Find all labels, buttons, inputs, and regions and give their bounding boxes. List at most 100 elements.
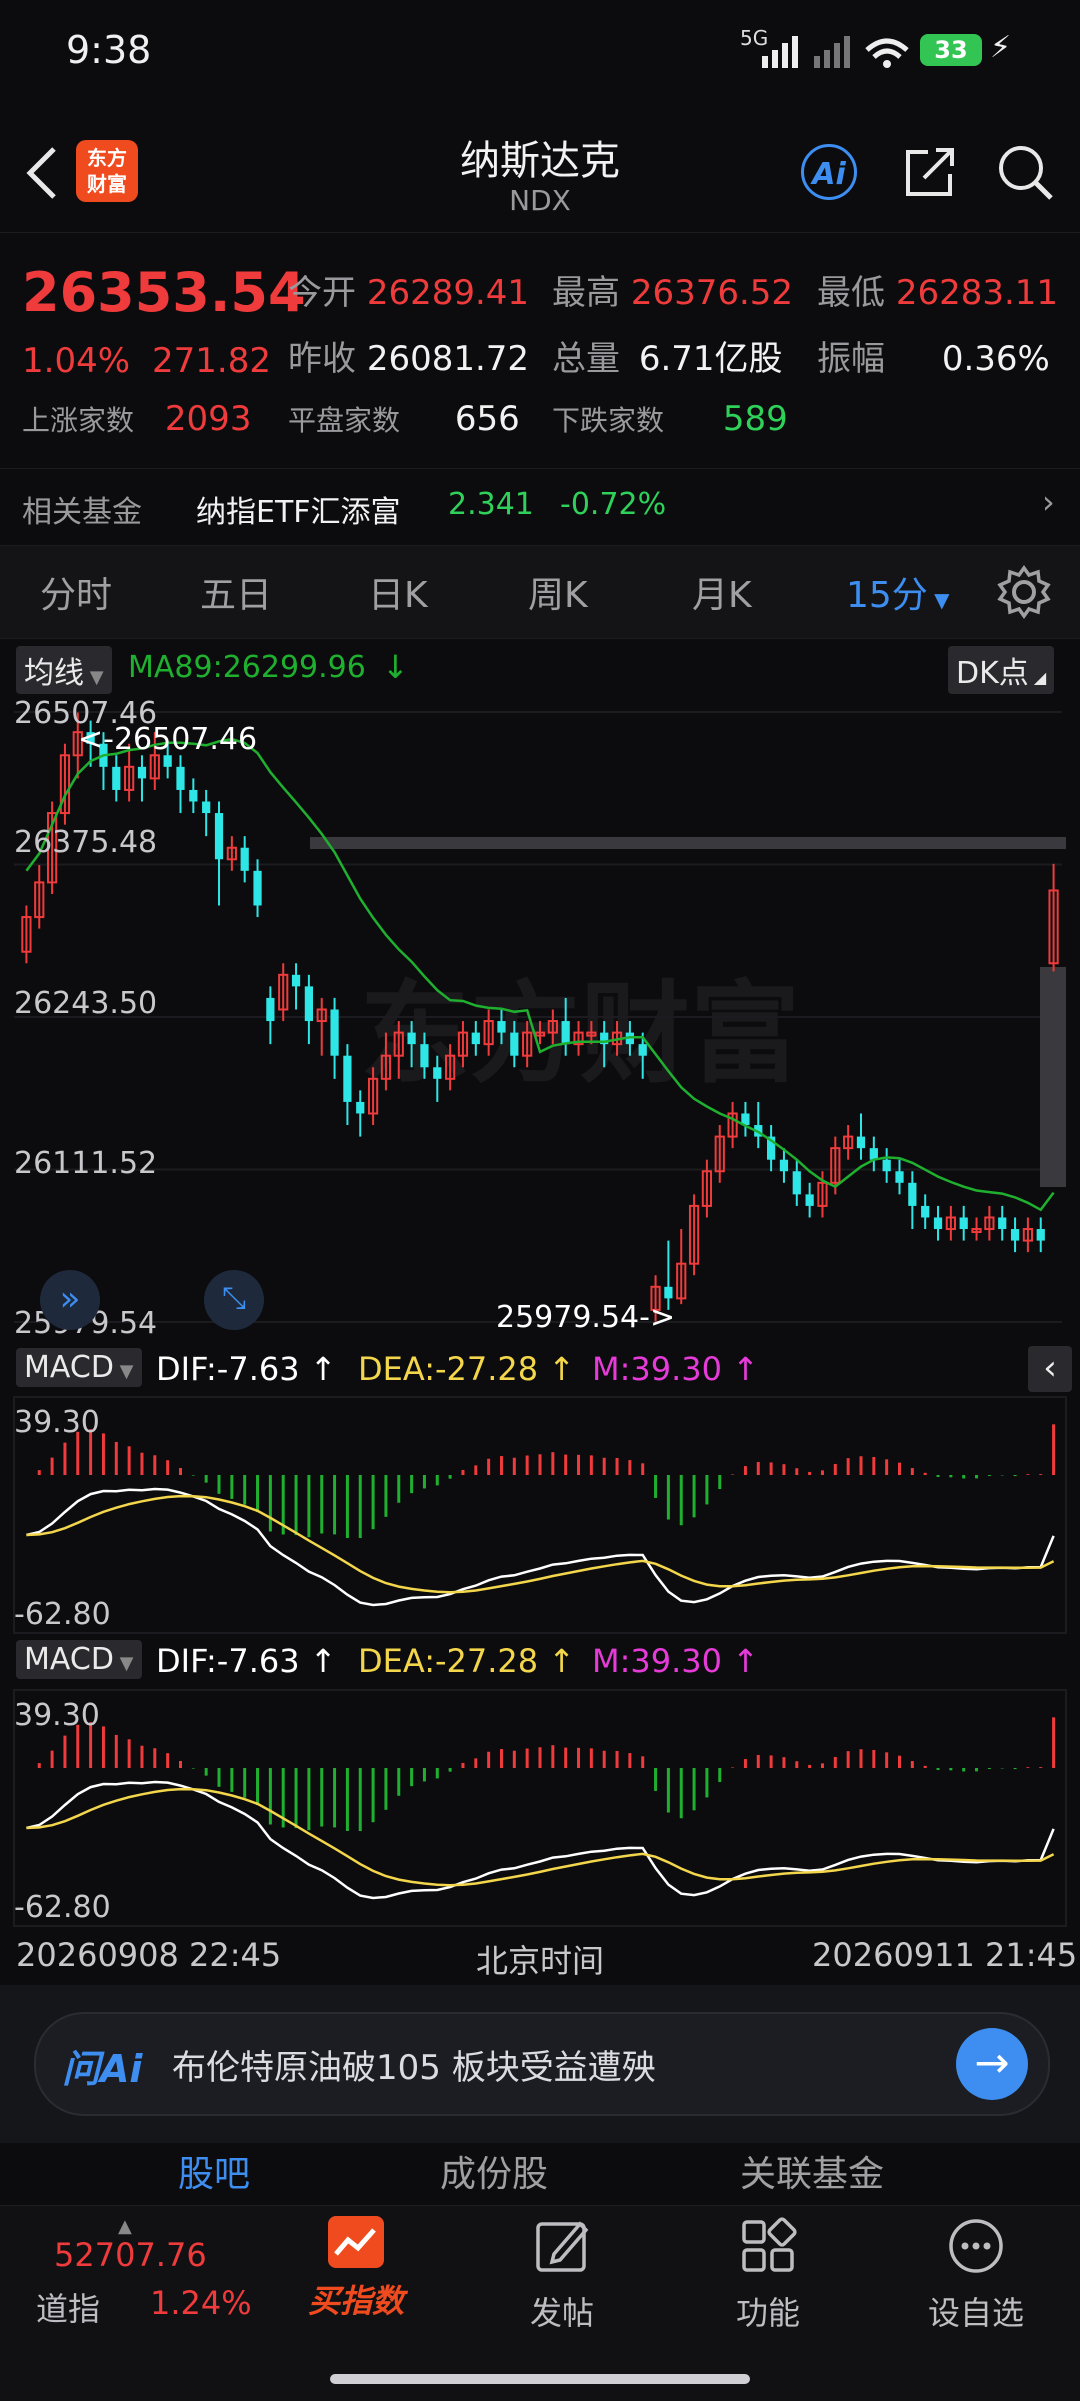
change-percent: 1.04% xyxy=(22,341,131,381)
macd-dif: DIF:-7.63 ↑ xyxy=(156,1350,337,1388)
candle-body xyxy=(510,1032,519,1056)
macd-frame xyxy=(13,1689,1067,1927)
candle-body xyxy=(304,986,313,1022)
stat-volume: 总量 6.71亿股 xyxy=(552,331,783,380)
candle-body xyxy=(407,1032,416,1045)
candle-body xyxy=(330,1009,339,1056)
breadth-advancers: 上涨家数 2093 xyxy=(22,399,251,439)
macd-selector-label: MACD xyxy=(24,1350,114,1385)
status-bar: 9:38 5G 33 ⚡ xyxy=(0,0,1080,100)
candle-body xyxy=(291,974,301,987)
charging-icon: ⚡ xyxy=(990,30,1012,65)
macd-dea-value: DEA:-27.28 xyxy=(358,1350,539,1388)
dow-index-change: 1.24% xyxy=(150,2284,252,2322)
candle-body xyxy=(202,801,211,814)
nav-post[interactable]: 发帖 xyxy=(492,2216,632,2334)
ai-icon[interactable]: Ai xyxy=(801,144,857,200)
ai-prompt-text: 布伦特原油破105 板块受益遭殃 xyxy=(172,2048,656,2088)
stat-value: 26376.52 xyxy=(630,273,794,313)
candle-body xyxy=(998,1217,1007,1230)
candle-body xyxy=(895,1171,904,1183)
macd-dea-line xyxy=(26,1494,1055,1594)
tab-5day[interactable]: 五日 xyxy=(200,566,272,618)
breadth-label: 下跌家数 xyxy=(552,404,665,437)
candle-body xyxy=(1010,1229,1020,1241)
candle-body xyxy=(805,1194,814,1206)
settings-gear-icon[interactable] xyxy=(996,564,1052,620)
fullscreen-icon[interactable]: ⤡ xyxy=(204,1270,264,1330)
candle-body xyxy=(497,1021,506,1033)
tab-daily[interactable]: 日K xyxy=(368,566,428,618)
tab-15min[interactable]: 15分 ▼ xyxy=(846,566,950,618)
macd-dea: DEA:-27.28 ↑ xyxy=(358,1350,576,1388)
expand-left-icon[interactable]: » xyxy=(40,1270,100,1330)
x-axis-start: 20260908 22:45 xyxy=(16,1936,282,1974)
bottom-nav: ▲ 52707.76 道指 1.24% 买指数 发帖 功能 设自选 xyxy=(0,2205,1080,2401)
search-icon[interactable] xyxy=(995,142,1055,202)
caret-down-icon: ▼ xyxy=(84,667,104,688)
nav-add-watchlist[interactable]: 设自选 xyxy=(906,2216,1046,2334)
candle-body xyxy=(921,1205,930,1218)
dow-index-value[interactable]: 52707.76 xyxy=(54,2236,207,2274)
macd-dif-line xyxy=(26,1487,1055,1607)
stat-label: 最低 xyxy=(817,273,885,313)
candle-body xyxy=(343,1055,352,1102)
related-fund-row[interactable]: 相关基金 纳指ETF汇添富 2.341 -0.72% › xyxy=(0,468,1080,539)
dk-point-toggle[interactable]: DK点 ◢ xyxy=(948,646,1055,694)
edit-icon xyxy=(536,2221,589,2272)
candle-body xyxy=(792,1171,801,1195)
candle-body xyxy=(908,1182,917,1206)
x-axis-end: 20260911 21:45 xyxy=(812,1936,1078,1974)
dk-point-label: DK点 xyxy=(956,656,1029,691)
breadth-value: 589 xyxy=(722,399,788,439)
candle-body xyxy=(137,766,147,779)
indicator-row: 均线 ▼ MA89:26299.96 ↓ DK点 ◢ xyxy=(0,642,1080,694)
collapse-panel-icon[interactable]: ‹ xyxy=(1028,1346,1072,1392)
candle-body xyxy=(471,1032,480,1045)
candle-body xyxy=(253,870,262,906)
candle-body xyxy=(112,766,121,790)
watermark: 东方财富 xyxy=(360,970,800,1098)
tab-guba[interactable]: 股吧 xyxy=(178,2145,250,2197)
clock: 9:38 xyxy=(66,28,152,72)
candle-body xyxy=(240,847,249,871)
candle-body xyxy=(356,1101,365,1114)
share-icon[interactable] xyxy=(900,142,960,202)
y-tick-4: 26111.52 xyxy=(14,1146,158,1181)
stat-prev-close: 昨收 26081.72 xyxy=(288,331,529,380)
tab-related-funds[interactable]: 关联基金 xyxy=(740,2145,884,2197)
tab-monthly[interactable]: 月K xyxy=(692,566,752,618)
candlestick-chart[interactable]: 东方财富 xyxy=(0,692,1080,1342)
ma-selector[interactable]: 均线 ▼ xyxy=(16,646,112,694)
home-indicator xyxy=(330,2374,750,2384)
macd-bottom-tick: -62.80 xyxy=(14,1890,111,1925)
macd-dif-value: DIF:-7.63 xyxy=(156,1350,300,1388)
tab-intraday[interactable]: 分时 xyxy=(40,566,112,618)
content-tabs: 股吧 成份股 关联基金 xyxy=(0,2145,1080,2205)
fund-name: 纳指ETF汇添富 xyxy=(196,495,401,530)
nav-functions[interactable]: 功能 xyxy=(698,2216,838,2334)
breadth-value: 656 xyxy=(454,399,520,439)
macd-bottom-tick: -62.80 xyxy=(14,1597,111,1632)
macd-m: M:39.30 ↑ xyxy=(592,1350,759,1388)
arrow-right-icon[interactable]: → xyxy=(956,2028,1028,2100)
tab-15min-label: 15分 xyxy=(846,575,928,616)
tab-weekly[interactable]: 周K xyxy=(528,566,588,618)
stat-high: 最高 26376.52 xyxy=(552,265,793,314)
tab-constituents[interactable]: 成份股 xyxy=(440,2145,548,2197)
breadth-label: 上涨家数 xyxy=(22,404,135,437)
macd-top-tick: 39.30 xyxy=(14,1405,100,1440)
breadth-value: 2093 xyxy=(164,399,252,439)
fund-change: -0.72% xyxy=(560,487,667,522)
macd-dif: DIF:-7.63 ↑ xyxy=(156,1642,337,1680)
nav-buy-index[interactable]: 买指数 xyxy=(286,2216,426,2322)
macd-selector[interactable]: MACD ▼ xyxy=(16,1640,142,1679)
macd-dea: DEA:-27.28 ↑ xyxy=(358,1642,576,1680)
candle-body xyxy=(189,789,198,802)
macd-dif-value: DIF:-7.63 xyxy=(156,1642,300,1680)
macd-selector[interactable]: MACD ▼ xyxy=(16,1348,142,1387)
low-annotation: 25979.54-> xyxy=(496,1300,676,1335)
breadth-decliners: 下跌家数 589 xyxy=(552,399,788,439)
chevron-right-icon: › xyxy=(1042,483,1055,521)
ai-prompt-bar[interactable]: 问Ai 布伦特原油破105 板块受益遭殃 → xyxy=(34,2012,1050,2116)
